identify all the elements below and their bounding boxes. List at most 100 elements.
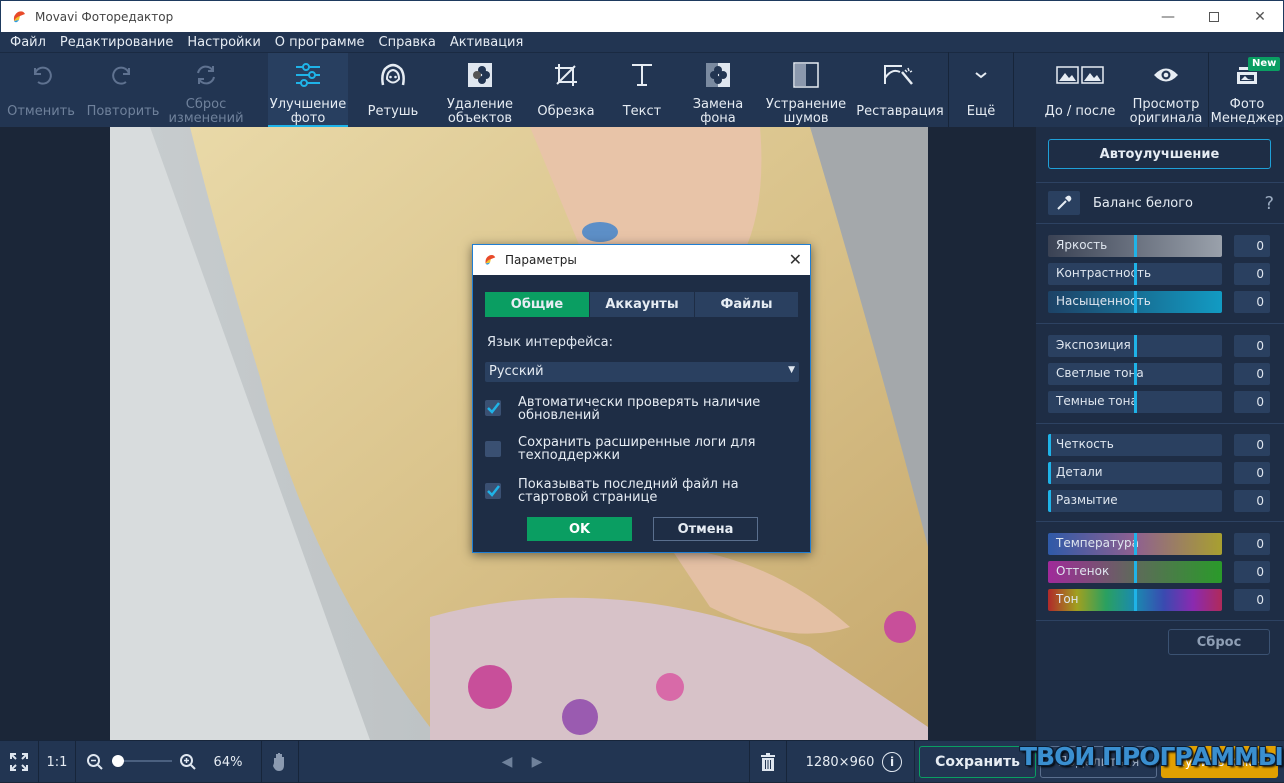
temperature-slider[interactable]: Температура: [1048, 533, 1222, 555]
tab-accounts[interactable]: Аккаунты: [590, 292, 694, 317]
reset-changes-button[interactable]: Сброс изменений: [164, 53, 248, 128]
shadows-slider-handle[interactable]: [1134, 391, 1137, 413]
eyedropper-button[interactable]: [1048, 191, 1080, 215]
shadows-value-field[interactable]: 0: [1234, 391, 1270, 413]
undo-label: Отменить: [7, 104, 75, 119]
tint-label: Оттенок: [1056, 564, 1110, 578]
hue-slider[interactable]: Тон: [1048, 589, 1222, 611]
tint-slider-handle[interactable]: [1134, 561, 1137, 583]
before-after-button[interactable]: До / после: [1040, 53, 1120, 128]
clarity-slider-handle[interactable]: [1048, 434, 1051, 456]
blur-slider[interactable]: Размытие: [1048, 490, 1222, 512]
hue-slider-handle[interactable]: [1134, 589, 1137, 611]
tool-more[interactable]: Ещё: [950, 53, 1012, 128]
toolbar: Отменить Повторить Сброс изменений Улучш…: [0, 52, 1284, 128]
tool-text-label: Текст: [622, 104, 662, 119]
tool-retouch[interactable]: Ретушь: [352, 53, 434, 128]
view-original-button[interactable]: Просмотр оригинала: [1124, 53, 1208, 128]
redo-button[interactable]: Повторить: [82, 53, 164, 128]
blur-value-field[interactable]: 0: [1234, 490, 1270, 512]
temperature-slider-handle[interactable]: [1134, 533, 1137, 555]
hand-icon: [273, 753, 284, 771]
menu-activation[interactable]: Активация: [444, 35, 530, 50]
reset-button[interactable]: Сброс: [1168, 629, 1270, 655]
pan-tool-button[interactable]: [262, 741, 298, 783]
auto-enhance-button[interactable]: Автоулучшение: [1048, 139, 1271, 169]
menu-file[interactable]: Файл: [4, 35, 52, 50]
info-icon[interactable]: i: [882, 752, 902, 772]
language-select[interactable]: Русский ▼: [485, 362, 799, 382]
contrast-slider-handle[interactable]: [1134, 263, 1137, 285]
tab-files[interactable]: Файлы: [695, 292, 798, 317]
exposure-value-field[interactable]: 0: [1234, 335, 1270, 357]
fullscreen-icon: [10, 753, 28, 771]
tool-crop[interactable]: Обрезка: [528, 53, 604, 128]
contrast-value-field[interactable]: 0: [1234, 263, 1270, 285]
highlights-slider[interactable]: Светлые тона: [1048, 363, 1222, 385]
exposure-slider-handle[interactable]: [1134, 335, 1137, 357]
menu-help[interactable]: Справка: [373, 35, 442, 50]
details-value-field[interactable]: 0: [1234, 462, 1270, 484]
exposure-slider[interactable]: Экспозиция: [1048, 335, 1222, 357]
tool-text[interactable]: Текст: [604, 53, 680, 128]
zoom-slider-track[interactable]: [112, 755, 172, 767]
tool-object-removal[interactable]: Удаление объектов: [440, 53, 520, 128]
save-button[interactable]: Сохранить: [919, 746, 1036, 778]
clarity-slider[interactable]: Четкость: [1048, 434, 1222, 456]
blur-slider-handle[interactable]: [1048, 490, 1051, 512]
zoom-in-button[interactable]: [177, 751, 199, 773]
menu-edit[interactable]: Редактирование: [54, 35, 179, 50]
brightness-value-field[interactable]: 0: [1234, 235, 1270, 257]
tool-enhance-photo[interactable]: Улучшение фото: [268, 53, 348, 128]
sliders-icon: [296, 63, 320, 87]
text-icon: [632, 64, 652, 86]
tool-denoise[interactable]: Устранение шумов: [760, 53, 852, 128]
tint-slider[interactable]: Оттенок: [1048, 561, 1222, 583]
menu-about[interactable]: О программе: [269, 35, 371, 50]
delete-button[interactable]: [750, 741, 786, 783]
tool-background-replace[interactable]: Замена фона: [680, 53, 756, 128]
checkbox-extended-logs[interactable]: [485, 441, 501, 457]
details-slider[interactable]: Детали: [1048, 462, 1222, 484]
hue-value-field[interactable]: 0: [1234, 589, 1270, 611]
tool-background-replace-label: Замена фона: [692, 97, 744, 126]
highlights-value-field[interactable]: 0: [1234, 363, 1270, 385]
temperature-value-field[interactable]: 0: [1234, 533, 1270, 555]
language-value: Русский: [489, 364, 544, 379]
zoom-slider-handle[interactable]: [112, 755, 124, 767]
cancel-button[interactable]: Отмена: [653, 517, 758, 541]
help-icon[interactable]: ?: [1264, 193, 1274, 214]
saturation-slider-handle[interactable]: [1134, 291, 1137, 313]
close-button[interactable]: ✕: [1237, 1, 1283, 33]
dialog-close-icon[interactable]: ✕: [789, 250, 802, 269]
tint-value-field[interactable]: 0: [1234, 561, 1270, 583]
shadows-slider[interactable]: Темные тона: [1048, 391, 1222, 413]
details-slider-handle[interactable]: [1048, 462, 1051, 484]
checkbox-show-last-file[interactable]: [485, 483, 501, 499]
zoom-out-button[interactable]: [84, 751, 106, 773]
clarity-value-field[interactable]: 0: [1234, 434, 1270, 456]
previous-image-button[interactable]: ◀: [498, 753, 516, 771]
undo-button[interactable]: Отменить: [0, 53, 82, 128]
fit-screen-button[interactable]: [0, 741, 38, 783]
ok-button[interactable]: OK: [527, 517, 632, 541]
contrast-slider[interactable]: Контрастность: [1048, 263, 1222, 285]
checkbox-auto-update[interactable]: [485, 400, 501, 416]
next-image-button[interactable]: ▶: [528, 753, 546, 771]
maximize-button[interactable]: [1191, 1, 1237, 33]
menu-settings[interactable]: Настройки: [181, 35, 266, 50]
actual-size-button[interactable]: 1:1: [39, 741, 75, 783]
brightness-slider[interactable]: Яркость: [1048, 235, 1222, 257]
brightness-slider-handle[interactable]: [1134, 235, 1137, 257]
saturation-slider[interactable]: Насыщенность: [1048, 291, 1222, 313]
tool-restoration[interactable]: Реставрация: [852, 53, 948, 128]
dialog-title-bar: Параметры ✕: [473, 245, 810, 275]
toolbar-divider: [1208, 52, 1209, 127]
tab-general[interactable]: Общие: [485, 292, 589, 317]
minimize-button[interactable]: —: [1145, 1, 1191, 33]
tool-object-removal-label: Удаление объектов: [446, 97, 514, 126]
saturation-value-field[interactable]: 0: [1234, 291, 1270, 313]
photo-manager-button[interactable]: Фото Менеджер New: [1210, 53, 1284, 128]
highlights-slider-handle[interactable]: [1134, 363, 1137, 385]
chevron-down-icon: [975, 72, 987, 79]
